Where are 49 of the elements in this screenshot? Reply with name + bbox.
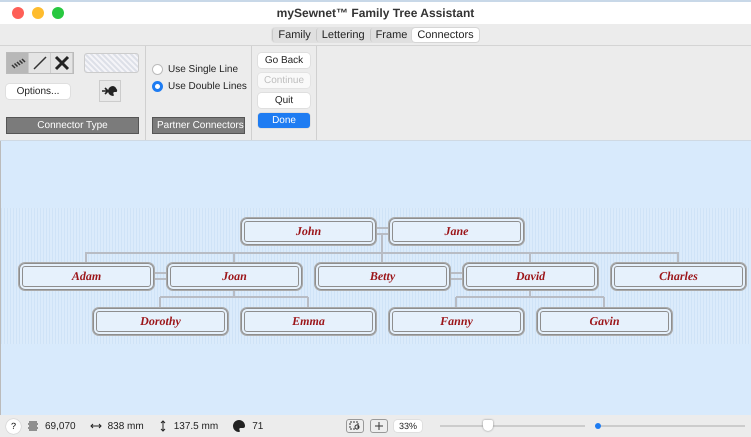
design-height: 137.5 mm [174, 420, 218, 432]
section-label: Partner Connectors [152, 117, 245, 134]
person-name-box[interactable]: Betty [315, 263, 450, 290]
line-icon [32, 55, 48, 71]
tab[interactable]: Connectors [412, 28, 479, 42]
zoom-to-box-button[interactable] [346, 419, 364, 433]
apply-color-button[interactable] [99, 80, 121, 102]
connector-style-button[interactable] [51, 53, 73, 73]
tab[interactable]: Family [272, 28, 316, 42]
action-button[interactable]: Done [258, 113, 310, 128]
action-button[interactable]: Go Back [258, 53, 310, 68]
radio-option[interactable]: Use Single Line [152, 64, 245, 75]
zoom-box-icon [348, 421, 361, 431]
design-width: 838 mm [108, 420, 144, 432]
person-name-box[interactable]: Fanny [389, 308, 524, 335]
stitch-count-icon [27, 420, 39, 432]
person-name-box[interactable]: John [241, 218, 376, 245]
connector-style-button[interactable] [29, 53, 51, 73]
stitch-count: 69,070 [45, 420, 76, 432]
tab[interactable]: Lettering [316, 28, 370, 42]
person-name-box[interactable]: Emma [241, 308, 376, 335]
pattern-swatch[interactable] [84, 53, 139, 73]
fit-arrows-icon [372, 421, 385, 431]
partner-connector [153, 272, 168, 280]
close-window-button[interactable] [12, 7, 24, 19]
section-label: Connector Type [6, 117, 139, 134]
action-button[interactable]: Quit [258, 93, 310, 108]
arrow-palette-icon [102, 85, 118, 97]
person-name-box[interactable]: Joan [167, 263, 302, 290]
palette-icon [232, 419, 246, 433]
person-name-box[interactable]: Jane [389, 218, 524, 245]
window-title: mySewnet™ Family Tree Assistant [276, 6, 474, 20]
partner-connector [449, 272, 464, 280]
zoom-fit-button[interactable] [370, 419, 388, 433]
width-icon [90, 421, 102, 431]
person-name-box[interactable]: David [463, 263, 598, 290]
person-name-box[interactable]: Gavin [537, 308, 672, 335]
radio-option[interactable]: Use Double Lines [152, 81, 245, 92]
person-name-box[interactable]: Dorothy [93, 308, 228, 335]
connector-style-button[interactable] [7, 53, 29, 73]
person-name-box[interactable]: Charles [611, 263, 746, 290]
help-button[interactable]: ? [6, 418, 21, 434]
options-button[interactable]: Options... [6, 84, 70, 98]
color-count: 71 [252, 420, 264, 432]
person-name-box[interactable]: Adam [19, 263, 154, 290]
zoom-field[interactable]: 33% [394, 420, 422, 432]
partner-connector [375, 227, 390, 235]
cross-icon [54, 55, 70, 71]
height-icon [158, 420, 168, 432]
